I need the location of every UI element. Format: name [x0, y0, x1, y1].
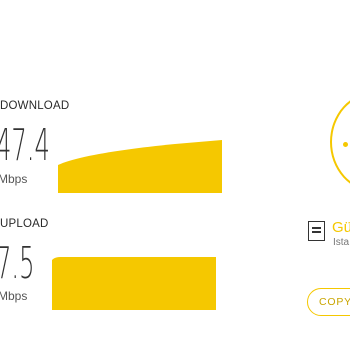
download-speed-graph: [58, 140, 222, 193]
server-icon: [308, 221, 325, 241]
upload-value: 7.5: [0, 238, 35, 289]
gauge-needle-dot: [343, 142, 348, 147]
upload-speed-graph: [52, 257, 216, 310]
download-unit: Mbps: [0, 172, 28, 186]
server-location: Ista: [333, 237, 350, 248]
upload-graph-area: [52, 257, 216, 310]
download-value: 47.4: [0, 120, 50, 171]
server-name[interactable]: Gü: [332, 219, 350, 236]
speedtest-results: DOWNLOAD 47.4 Mbps UPLOAD 7.5 Mbps Gü Is…: [0, 0, 350, 350]
upload-unit: Mbps: [0, 289, 28, 303]
copy-button[interactable]: COPY: [307, 288, 350, 316]
download-label: DOWNLOAD: [0, 100, 70, 112]
download-graph-area: [58, 140, 222, 193]
upload-label: UPLOAD: [0, 218, 49, 230]
